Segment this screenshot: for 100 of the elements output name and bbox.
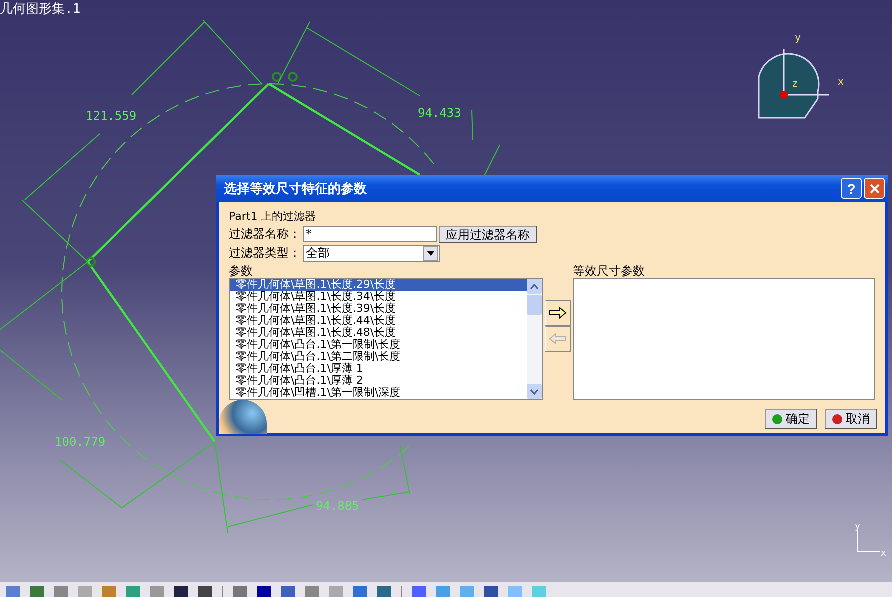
toolbar-icon[interactable]: [257, 586, 271, 597]
construction-arc-dash: [62, 255, 66, 271]
dimension-value: 121.559: [86, 109, 137, 123]
toolbar-icon[interactable]: [126, 586, 140, 597]
construction-arc-dash: [93, 402, 102, 415]
construction-arc-dash: [184, 96, 200, 102]
close-button[interactable]: [864, 178, 885, 199]
construction-arc-dash: [408, 136, 420, 148]
construction-arc-dash: [334, 94, 348, 100]
toolbar-icon[interactable]: [233, 586, 247, 597]
construction-arc-dash: [172, 475, 186, 482]
axis-label: y: [855, 522, 860, 532]
filter-type-dropdown[interactable]: 全部: [303, 244, 440, 262]
toolbar-icon[interactable]: [412, 586, 426, 597]
construction-arc-dash: [424, 152, 434, 164]
list-item[interactable]: 零件几何体\草图.1\长度.48\长度: [230, 327, 528, 339]
construction-arc-dash: [205, 90, 220, 95]
toolbar-icon[interactable]: [174, 586, 188, 597]
construction-arc-dash: [354, 102, 368, 109]
right-arrow-icon: [548, 307, 567, 319]
toolbar-icon[interactable]: [353, 586, 367, 597]
toolbar-icon[interactable]: [460, 586, 474, 597]
toolbar-icon[interactable]: [150, 586, 164, 597]
construction-arc-dash: [74, 362, 80, 378]
filter-caption: Part1 上的过滤器: [229, 210, 318, 224]
apply-filter-button[interactable]: 应用过滤器名称: [439, 226, 537, 242]
toolbar-icon[interactable]: [78, 586, 92, 597]
filter-name-field[interactable]: *: [303, 226, 437, 242]
construction-arc-dash: [192, 484, 206, 490]
left-arrow-icon: [548, 333, 567, 345]
axis-label: y: [795, 33, 802, 44]
toolbar-icon[interactable]: [532, 586, 546, 597]
ok-button[interactable]: 确定: [765, 409, 817, 429]
toolbar-icon[interactable]: [329, 586, 343, 597]
construction-arc-dash: [80, 194, 87, 208]
toolbar-icon[interactable]: [281, 586, 295, 597]
construction-arc-dash: [380, 460, 393, 469]
construction-arc-dash: [120, 436, 132, 448]
constraint-icon: [86, 257, 96, 267]
toolbar-icon[interactable]: [508, 586, 522, 597]
list-item[interactable]: 零件几何体\草图.1\长度.39\长度: [230, 303, 528, 315]
cancel-button[interactable]: 取消: [825, 409, 877, 429]
toolbar-icon[interactable]: [198, 586, 212, 597]
toolbar-icon[interactable]: [102, 586, 116, 597]
construction-arc-dash: [72, 214, 78, 228]
list-item[interactable]: 零件几何体\凸台.1\第一限制\长度: [230, 339, 528, 351]
construction-arc-dash: [82, 382, 90, 396]
construction-arc-dash: [153, 464, 166, 473]
scroll-thumb[interactable]: [527, 295, 542, 315]
construction-arc-dash: [66, 234, 71, 250]
construction-arc-dash: [89, 175, 98, 188]
construction-arc-dash: [166, 104, 180, 112]
construction-arc-dash: [398, 446, 410, 456]
list-item[interactable]: 零件几何体\凸台.1\厚薄 1: [230, 363, 528, 375]
dimension-value: 100.779: [55, 435, 106, 449]
scrollbar[interactable]: [527, 279, 542, 399]
toolbar-icon[interactable]: [30, 586, 44, 597]
status-dot-icon: [832, 414, 843, 424]
toolbar-icon[interactable]: [305, 586, 319, 597]
list-label: 等效尺寸参数: [572, 264, 646, 278]
close-icon: [870, 184, 880, 194]
construction-arc-dash: [64, 320, 67, 336]
toolbar-icon[interactable]: [377, 586, 391, 597]
construction-arc-dash: [68, 342, 73, 357]
construction-arc-dash: [374, 111, 387, 120]
scroll-down-icon[interactable]: [527, 384, 542, 399]
toolbar-icon[interactable]: [54, 586, 68, 597]
axis-label: x: [838, 77, 844, 88]
list-item[interactable]: 零件几何体\草图.1\长度.44\长度: [230, 315, 528, 327]
tree-label: 几何图形集.1: [0, 1, 81, 18]
list-item[interactable]: 零件几何体\凹槽.1\第一限制\深度: [230, 387, 528, 399]
globe-drawing: [219, 400, 267, 434]
compass-drawing: [758, 49, 829, 119]
construction-arc-dash: [298, 495, 314, 498]
add-arrow-button[interactable]: [545, 300, 571, 326]
toolbar-icon[interactable]: [436, 586, 450, 597]
construction-arc-dash: [392, 123, 404, 134]
list-item[interactable]: 零件几何体\凸台.1\第二限制\长度: [230, 351, 528, 363]
construction-arc-dash: [291, 84, 307, 88]
construction-arc-dash: [101, 158, 112, 170]
construction-arc-dash: [147, 115, 160, 124]
scroll-up-icon[interactable]: [527, 279, 542, 294]
dimension-line: [0, 350, 62, 400]
construction-arc-dash: [62, 298, 64, 314]
construction-arc-dash: [136, 450, 148, 461]
field-label: 过滤器名称：: [229, 226, 301, 242]
toolbar-icon[interactable]: [6, 586, 20, 597]
help-button[interactable]: ?: [841, 178, 862, 199]
construction-arc-dash: [114, 142, 126, 154]
list-item[interactable]: 零件几何体\草图.1\长度.34\长度: [230, 291, 528, 303]
construction-arc-dash: [340, 482, 356, 488]
dimension-line: [472, 110, 474, 140]
construction-arc-dash: [276, 498, 292, 500]
toolbar-icon[interactable]: [484, 586, 498, 597]
list-item[interactable]: 零件几何体\凸台.1\厚薄 2: [230, 375, 528, 387]
list-label: 参数: [229, 264, 254, 278]
construction-arc-dash: [320, 489, 335, 494]
list-item[interactable]: 零件几何体\草图.1\长度.29\长度: [230, 279, 528, 291]
field-label: 过滤器类型：: [229, 244, 301, 262]
dimension-line: [202, 20, 262, 84]
